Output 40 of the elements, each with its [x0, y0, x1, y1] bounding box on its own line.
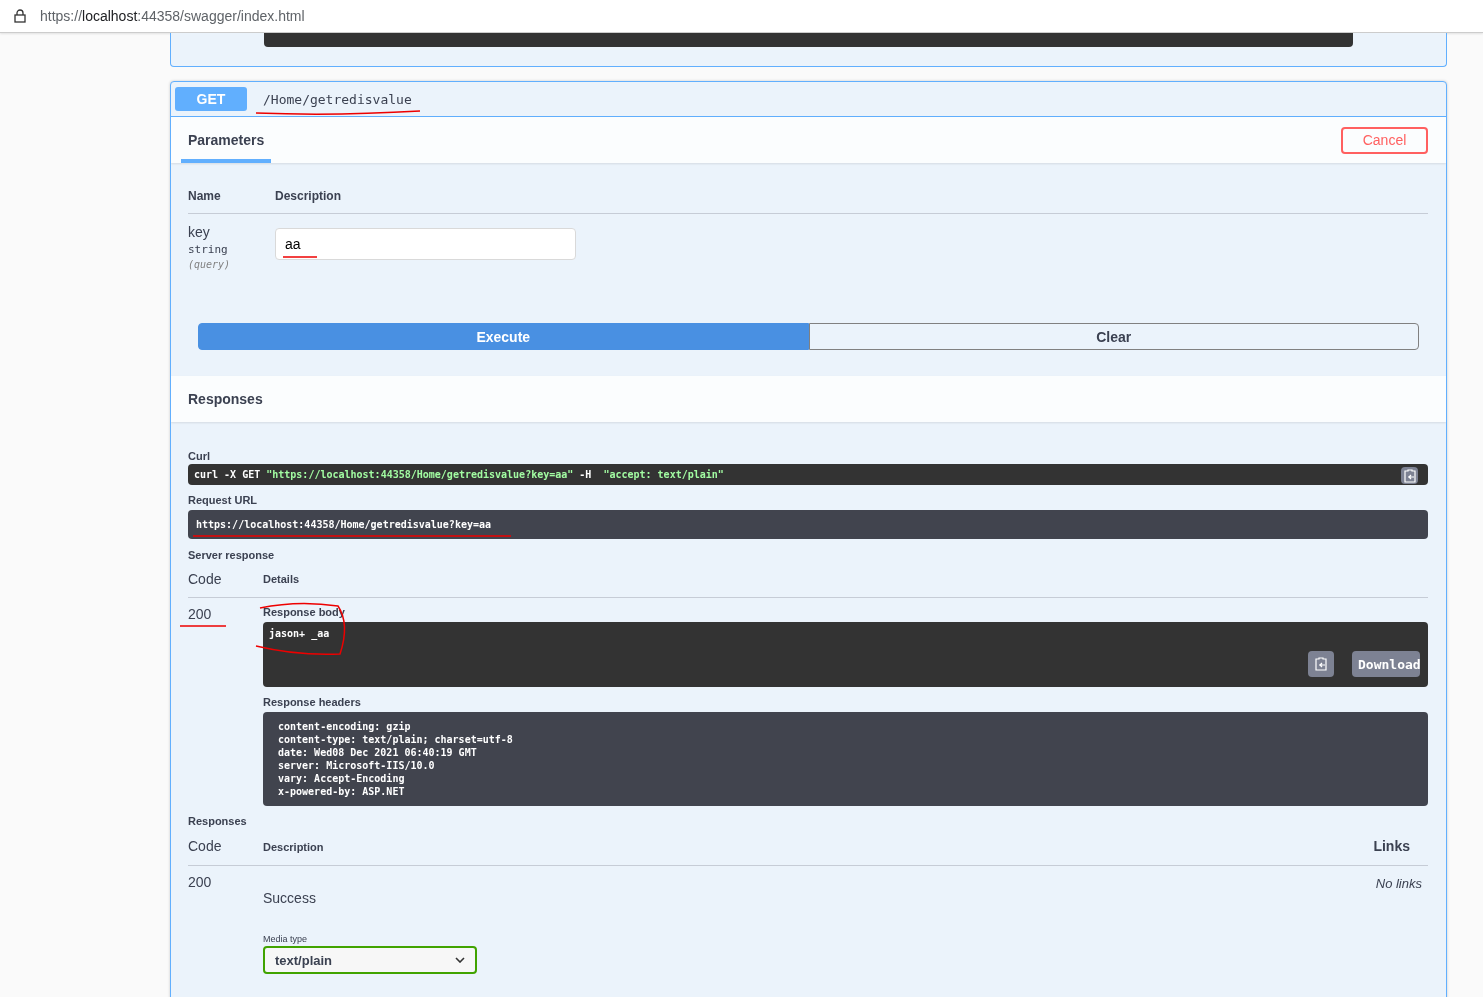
media-type-select[interactable]: text/plain — [263, 946, 477, 974]
copy-button[interactable] — [1308, 651, 1334, 677]
column-header: Name — [188, 189, 221, 203]
column-header: Description — [275, 189, 341, 203]
column-header: Details — [263, 573, 300, 585]
parameters-tab[interactable]: Parameters — [181, 117, 272, 163]
section-title: Responses — [188, 391, 263, 407]
column-header: Code — [188, 571, 223, 587]
annotation-underline — [282, 255, 318, 259]
status-code: 200 — [188, 874, 212, 890]
column-header: Description — [263, 841, 324, 853]
section-label: Responses — [188, 815, 248, 827]
request-url: https://localhost:44358/Home/getredisvalue?key=aa — [188, 510, 1428, 539]
download-button[interactable]: Download — [1352, 651, 1420, 677]
parameter-location: (query) — [188, 259, 232, 270]
column-header: Links — [1373, 838, 1411, 854]
section-label: Request URL — [188, 494, 259, 506]
clear-button[interactable]: Clear — [808, 323, 1419, 350]
method-badge: GET — [175, 87, 247, 111]
endpoint-path: /Home/getredisvalue — [257, 91, 418, 107]
section-label: Server response — [188, 549, 276, 561]
curl-command: curl -X GET "https://localhost:44358/Home/getredisvalue?key=aa" -H "accept: text/plain" — [188, 464, 1428, 485]
response-headers: content-encoding: gzip content-type: text/plain; charset=utf-8 date: Wed08 Dec 2021 06:40:19 GMT server: Microsoft-IIS/10.0 vary: Accept-Encoding x-powered-by: ASP.NET — [263, 712, 1428, 806]
clipboard-icon — [1403, 468, 1416, 483]
section-label: Response headers — [263, 696, 362, 708]
column-header: Code — [188, 838, 223, 854]
copy-button[interactable] — [1401, 467, 1418, 484]
annotation-underline — [179, 624, 227, 628]
parameter-name: key — [188, 224, 211, 240]
lock-icon — [14, 9, 26, 23]
response-description: Success — [263, 890, 317, 906]
address-url[interactable]: https://localhost:44358/swagger/index.html — [40, 8, 305, 24]
chevron-down-icon — [455, 957, 465, 963]
section-label: Curl — [188, 450, 211, 462]
clipboard-icon — [1315, 657, 1327, 671]
status-code: 200 — [188, 606, 212, 622]
field-label: Media type — [263, 934, 309, 944]
links-value: No links — [1375, 876, 1423, 891]
parameter-type: string — [188, 243, 229, 256]
input-field[interactable]: aa — [275, 228, 576, 260]
